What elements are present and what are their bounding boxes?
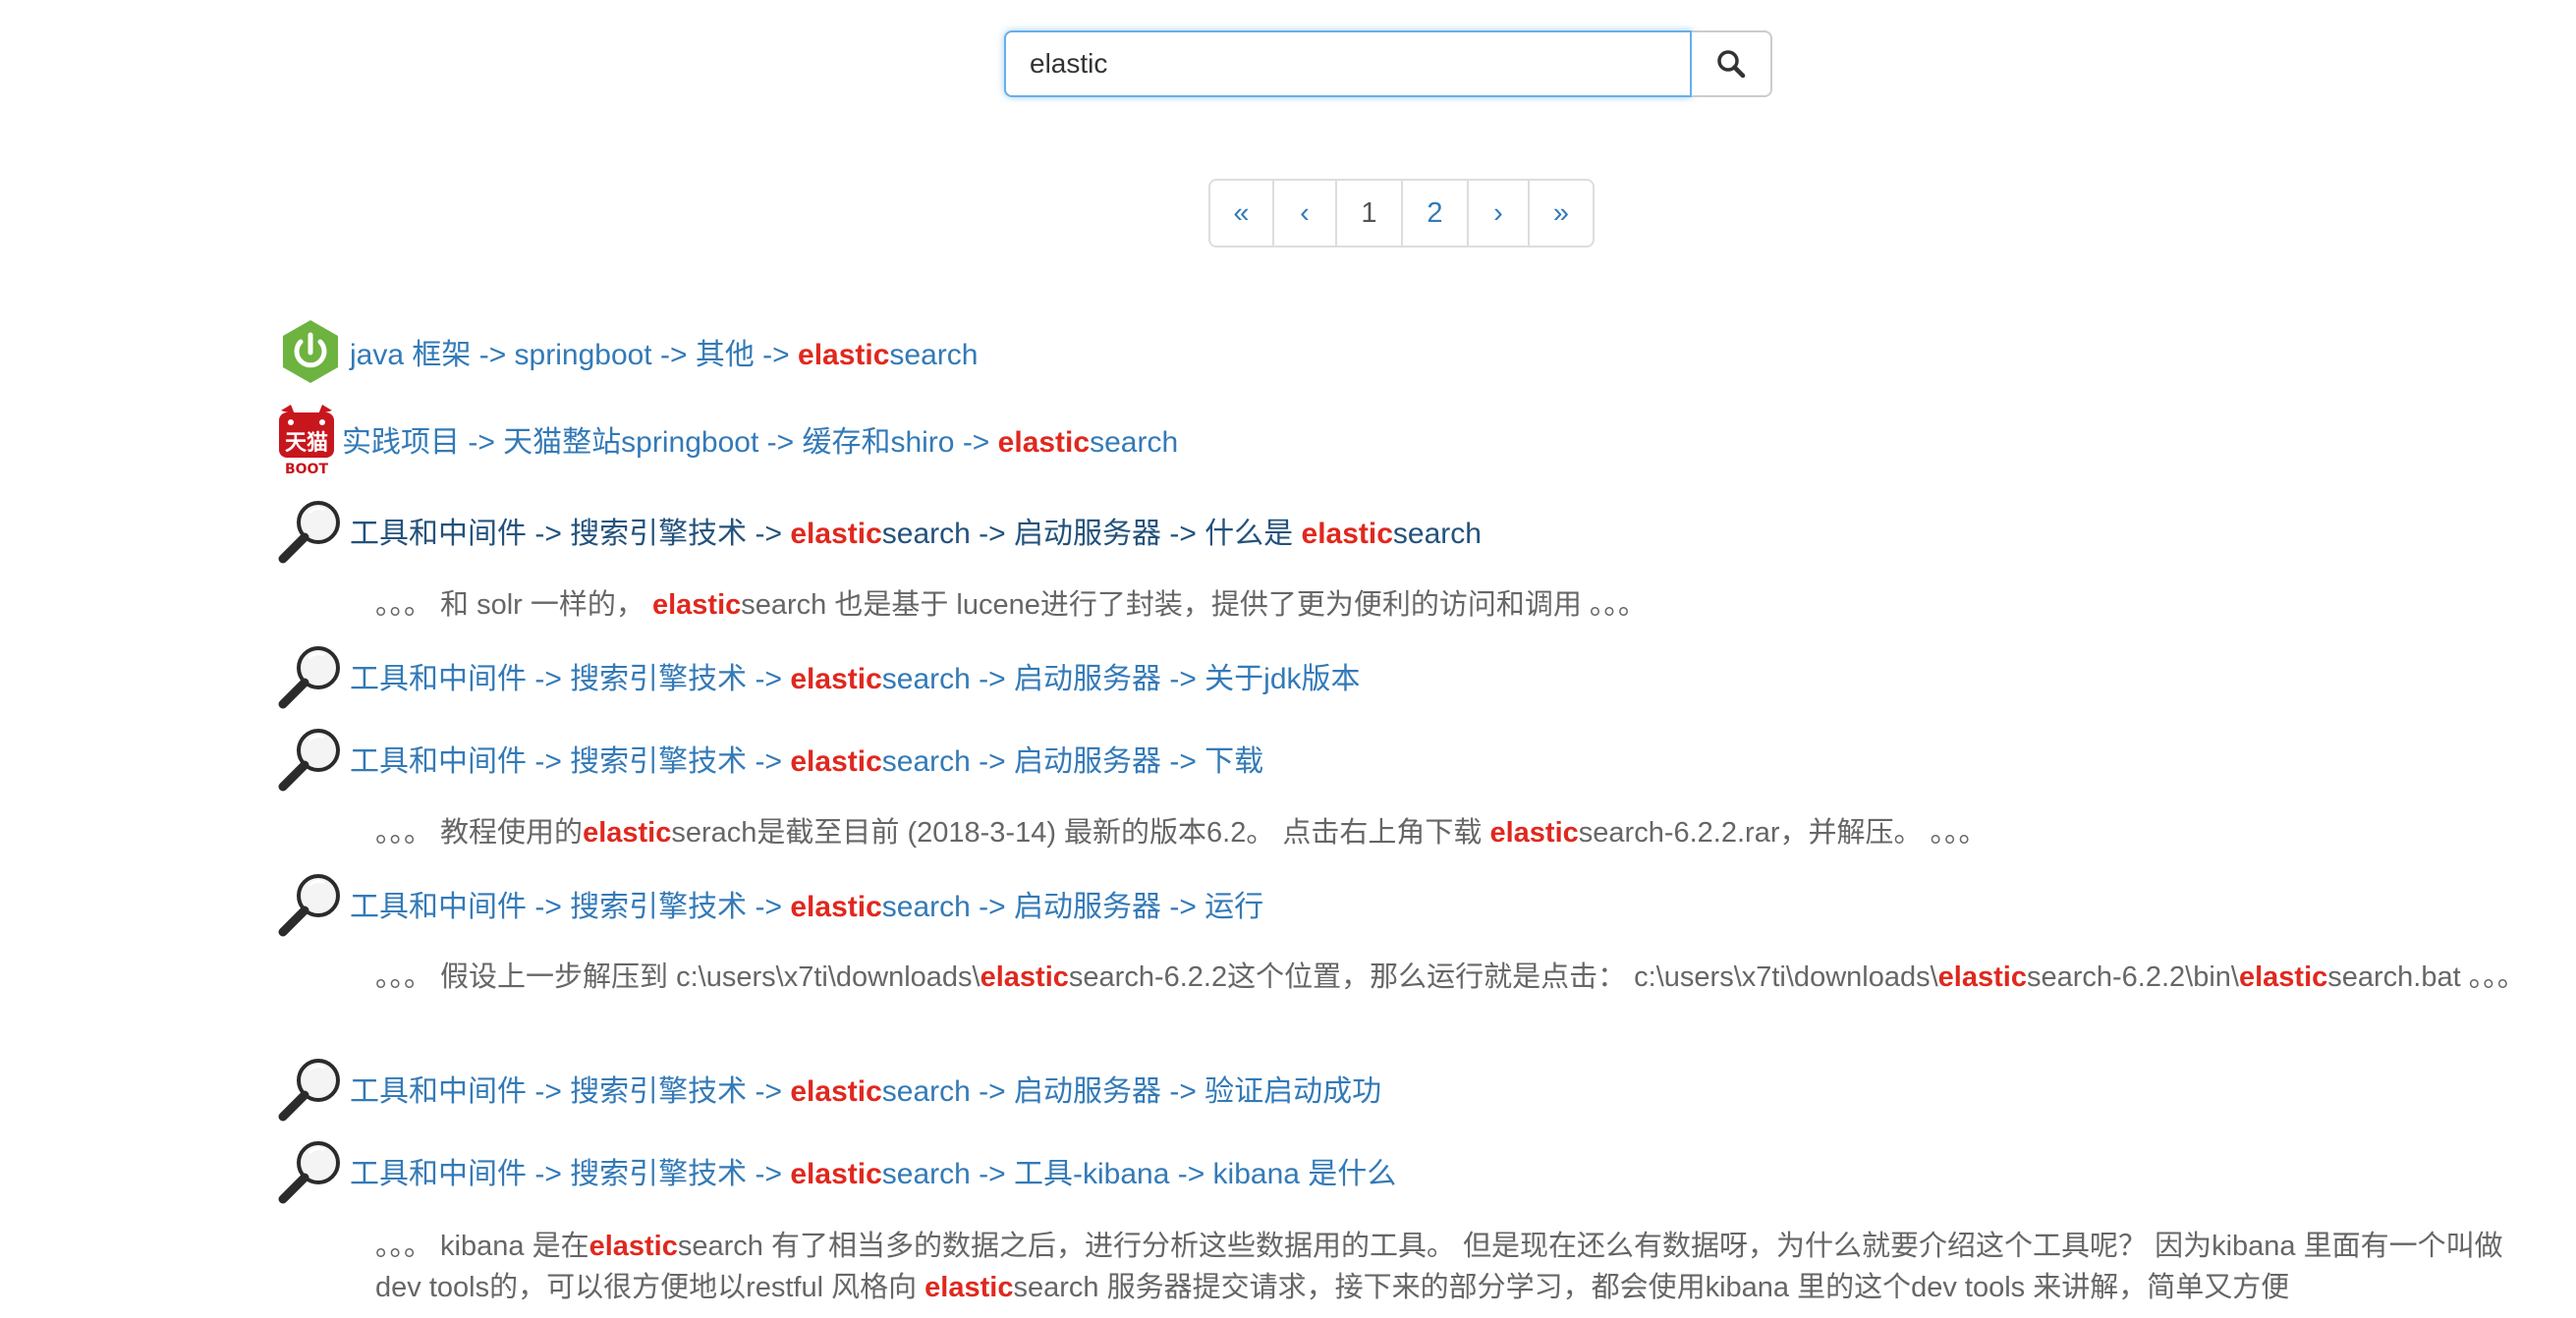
magnifier-icon bbox=[278, 1059, 340, 1122]
highlight-keyword: elastic bbox=[790, 891, 882, 923]
highlight-keyword: elastic bbox=[790, 663, 882, 695]
result-snippet: 。。。 和 solr 一样的， elasticsearch 也是基于 lucen… bbox=[375, 584, 2527, 626]
result-item: java 框架 -> springboot -> 其他 -> elasticse… bbox=[277, 318, 978, 385]
highlight-keyword: elastic bbox=[1937, 961, 2027, 993]
highlight-keyword: elastic bbox=[790, 1158, 882, 1190]
result-link[interactable]: 工具和中间件 -> 搜索引擎技术 -> elasticsearch -> 启动服… bbox=[350, 882, 1263, 925]
text-segment: 。。。 教程使用的 bbox=[375, 817, 584, 849]
search-bar bbox=[1004, 30, 1772, 97]
text-segment: 工具和中间件 -> 搜索引擎技术 -> bbox=[350, 1075, 791, 1108]
text-segment: search 服务器提交请求，接下来的部分学习，都会使用kibana 里的这个d… bbox=[1013, 1272, 2290, 1303]
text-segment: 实践项目 -> 天猫整站springboot -> 缓存和shiro -> bbox=[342, 426, 998, 459]
result-link[interactable]: 工具和中间件 -> 搜索引擎技术 -> elasticsearch -> 工具-… bbox=[350, 1149, 1396, 1192]
text-segment: search -> 启动服务器 -> 关于jdk版本 bbox=[881, 663, 1361, 695]
page-prev-button[interactable]: ‹ bbox=[1274, 181, 1337, 246]
page-2-button[interactable]: 2 bbox=[1403, 181, 1469, 246]
result-item: 工具和中间件 -> 搜索引擎技术 -> elasticsearch -> 工具-… bbox=[277, 1137, 1396, 1204]
text-segment: serach是截至目前 (2018-3-14) 最新的版本6.2。 点击右上角下… bbox=[671, 817, 1490, 849]
result-link[interactable]: 工具和中间件 -> 搜索引擎技术 -> elasticsearch -> 启动服… bbox=[350, 737, 1263, 780]
text-segment: 工具和中间件 -> 搜索引擎技术 -> bbox=[350, 891, 791, 923]
text-segment: search -> 启动服务器 -> 运行 bbox=[881, 891, 1264, 923]
text-segment: search.bat 。。。 bbox=[2327, 961, 2526, 993]
search-icon bbox=[1717, 50, 1746, 79]
highlight-keyword: elastic bbox=[790, 1075, 882, 1108]
highlight-keyword: elastic bbox=[1301, 518, 1393, 550]
result-link[interactable]: 工具和中间件 -> 搜索引擎技术 -> elasticsearch -> 启动服… bbox=[350, 654, 1361, 697]
highlight-keyword: elastic bbox=[583, 817, 672, 849]
text-segment: search -> 工具-kibana -> kibana 是什么 bbox=[881, 1158, 1397, 1190]
result-snippet: 。。。 假设上一步解压到 c:\users\x7ti\downloads\ela… bbox=[375, 957, 2527, 998]
highlight-keyword: elastic bbox=[790, 518, 882, 550]
highlight-keyword: elastic bbox=[924, 1272, 1014, 1303]
result-link[interactable]: 工具和中间件 -> 搜索引擎技术 -> elasticsearch -> 启动服… bbox=[350, 1067, 1381, 1110]
result-snippet: 。。。 教程使用的elasticserach是截至目前 (2018-3-14) … bbox=[375, 812, 2527, 853]
text-segment: search -> 启动服务器 -> 下载 bbox=[881, 745, 1264, 778]
highlight-keyword: elastic bbox=[997, 426, 1091, 459]
highlight-keyword: elastic bbox=[1489, 817, 1579, 849]
springboot-power-icon bbox=[283, 320, 338, 383]
search-input[interactable] bbox=[1004, 30, 1692, 97]
highlight-keyword: elastic bbox=[2238, 961, 2328, 993]
result-item: 工具和中间件 -> 搜索引擎技术 -> elasticsearch -> 启动服… bbox=[277, 870, 1263, 937]
text-segment: 工具和中间件 -> 搜索引擎技术 -> bbox=[350, 518, 791, 550]
magnifier-icon bbox=[278, 1141, 340, 1204]
result-link[interactable]: java 框架 -> springboot -> 其他 -> elasticse… bbox=[350, 330, 978, 373]
text-segment: 工具和中间件 -> 搜索引擎技术 -> bbox=[350, 1158, 791, 1190]
magnifier-icon bbox=[278, 646, 340, 709]
tmall-boot-cat-icon: 天猫 BOOT bbox=[279, 405, 334, 475]
result-item: 工具和中间件 -> 搜索引擎技术 -> elasticsearch -> 启动服… bbox=[277, 497, 1482, 564]
highlight-keyword: elastic bbox=[588, 1231, 678, 1262]
text-segment: 。。。 假设上一步解压到 c:\users\x7ti\downloads\ bbox=[375, 961, 980, 993]
text-segment: search-6.2.2\bin\ bbox=[2026, 961, 2239, 993]
text-segment: 。。。 kibana 是在 bbox=[375, 1231, 589, 1262]
result-item: 工具和中间件 -> 搜索引擎技术 -> elasticsearch -> 启动服… bbox=[277, 725, 1263, 792]
highlight-keyword: elastic bbox=[980, 961, 1069, 993]
text-segment: 。。。 和 solr 一样的， bbox=[375, 589, 652, 621]
highlight-keyword: elastic bbox=[651, 589, 742, 621]
text-segment: search bbox=[889, 339, 979, 371]
highlight-keyword: elastic bbox=[798, 339, 890, 371]
magnifier-icon bbox=[278, 729, 340, 792]
page-1-button[interactable]: 1 bbox=[1337, 181, 1403, 246]
page-first-button[interactable]: « bbox=[1210, 181, 1274, 246]
text-segment: search 也是基于 lucene进行了封装，提供了更为便利的访问和调用 。。… bbox=[741, 589, 1647, 621]
magnifier-icon bbox=[278, 501, 340, 564]
text-segment: 工具和中间件 -> 搜索引擎技术 -> bbox=[350, 745, 791, 778]
text-segment: search -> 启动服务器 -> 什么是 bbox=[881, 518, 1302, 550]
text-segment: search bbox=[1392, 518, 1482, 550]
result-item: 工具和中间件 -> 搜索引擎技术 -> elasticsearch -> 启动服… bbox=[277, 1055, 1381, 1122]
text-segment: 工具和中间件 -> 搜索引擎技术 -> bbox=[350, 663, 791, 695]
text-segment: java 框架 -> springboot -> 其他 -> bbox=[350, 339, 799, 371]
highlight-keyword: elastic bbox=[790, 745, 882, 778]
svg-text:BOOT: BOOT bbox=[285, 462, 328, 475]
svg-text:天猫: 天猫 bbox=[285, 431, 328, 456]
result-item: 天猫 BOOT 实践项目 -> 天猫整站springboot -> 缓存和shi… bbox=[277, 403, 1178, 475]
result-item: 工具和中间件 -> 搜索引擎技术 -> elasticsearch -> 启动服… bbox=[277, 642, 1361, 709]
page-next-button[interactable]: › bbox=[1469, 181, 1530, 246]
result-link[interactable]: 工具和中间件 -> 搜索引擎技术 -> elasticsearch -> 启动服… bbox=[350, 509, 1482, 552]
text-segment: search-6.2.2这个位置，那么运行就是点击： c:\users\x7ti… bbox=[1068, 961, 1938, 993]
pagination: « ‹ 1 2 › » bbox=[1208, 179, 1595, 247]
text-segment: search bbox=[1090, 426, 1179, 459]
text-segment: search -> 启动服务器 -> 验证启动成功 bbox=[881, 1075, 1382, 1108]
page-last-button[interactable]: » bbox=[1530, 181, 1593, 246]
text-segment: search-6.2.2.rar，并解压。 。。。 bbox=[1578, 817, 1988, 849]
result-link[interactable]: 实践项目 -> 天猫整站springboot -> 缓存和shiro -> el… bbox=[342, 417, 1178, 461]
magnifier-icon bbox=[278, 874, 340, 937]
search-button[interactable] bbox=[1692, 30, 1772, 97]
result-snippet: 。。。 kibana 是在elasticsearch 有了相当多的数据之后，进行… bbox=[375, 1226, 2527, 1308]
